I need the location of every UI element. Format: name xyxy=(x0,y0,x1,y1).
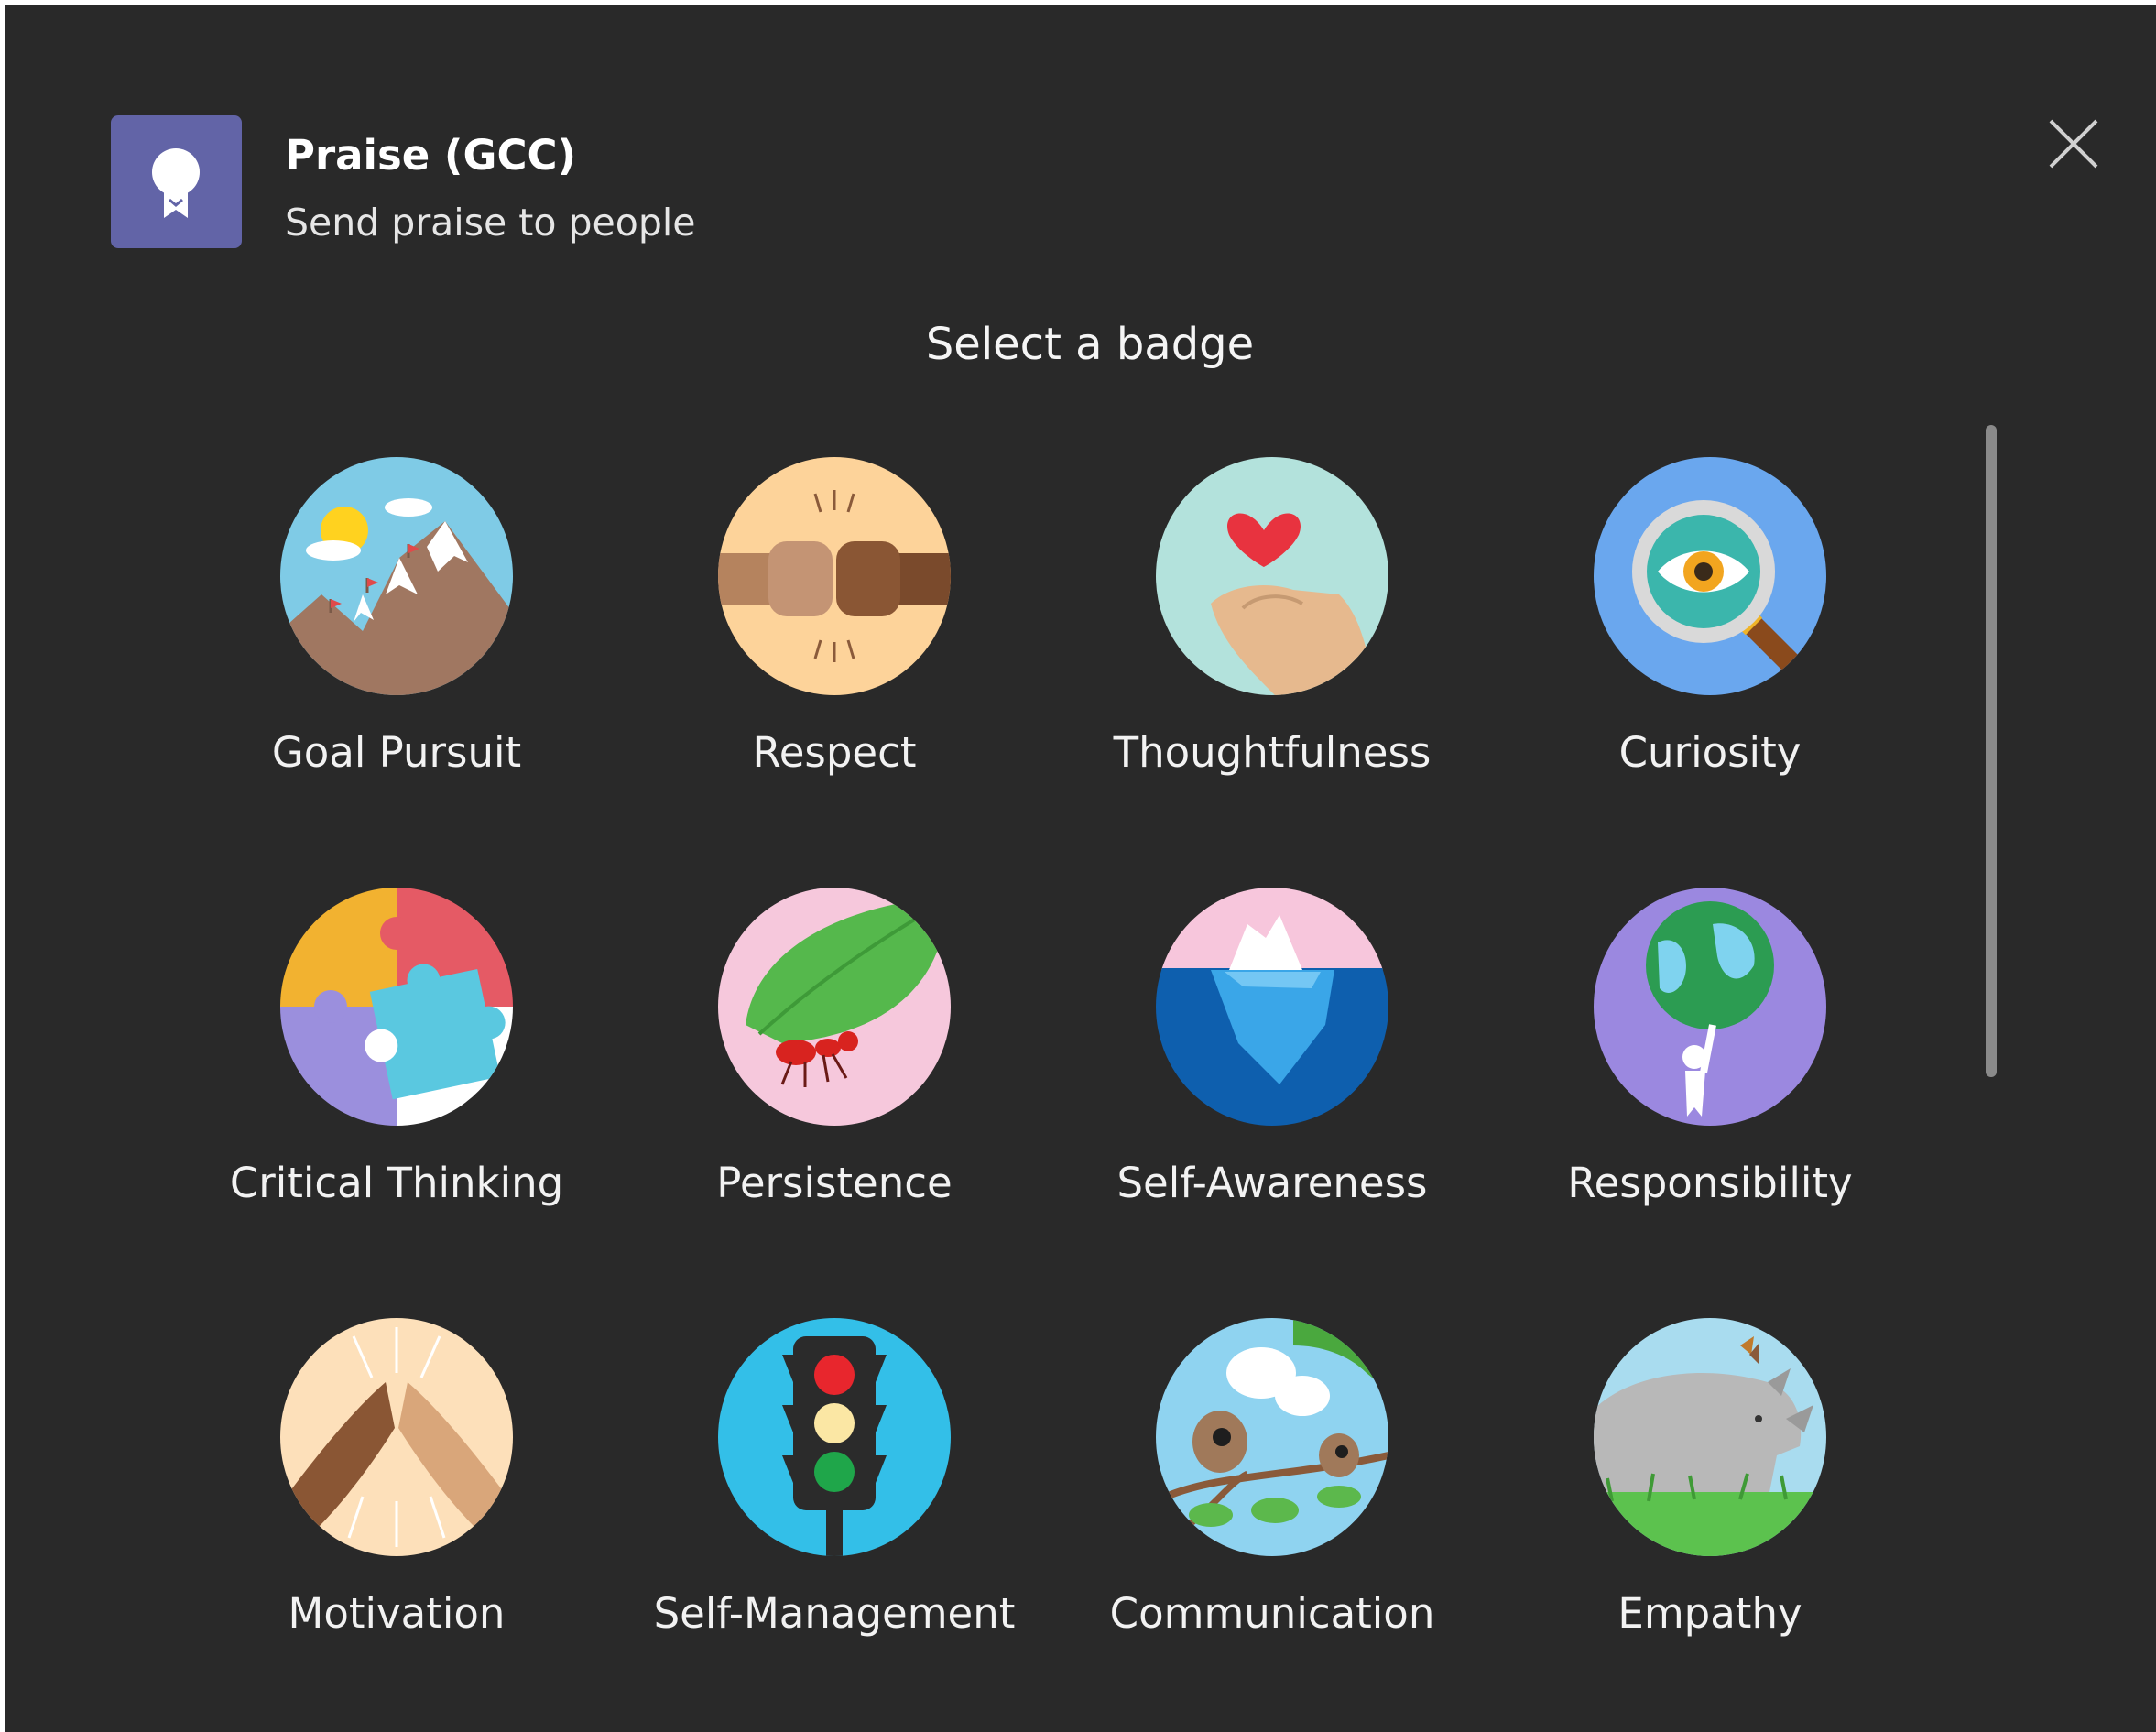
badge-communication[interactable]: Communication xyxy=(1109,1313,1547,1732)
mountains-icon xyxy=(280,457,513,695)
badge-label: Curiosity xyxy=(1618,728,1802,777)
badge-label: Goal Pursuit xyxy=(271,728,522,777)
birds-chat-icon xyxy=(1156,1318,1388,1556)
badge-thoughtfulness[interactable]: Thoughtfulness xyxy=(1109,452,1547,883)
badge-motivation[interactable]: Motivation xyxy=(234,1313,671,1732)
fist-bump-icon xyxy=(718,457,951,695)
ant-leaf-icon xyxy=(718,888,951,1126)
badge-empathy[interactable]: Empathy xyxy=(1547,1313,1985,1732)
app-title: Praise (GCC) xyxy=(285,131,577,180)
app-subtitle: Send praise to people xyxy=(285,201,696,245)
badge-label: Critical Thinking xyxy=(229,1159,564,1207)
ribbon-badge-icon xyxy=(111,115,242,248)
badge-curiosity[interactable]: Curiosity xyxy=(1547,452,1985,883)
badge-grid: Goal Pursuit Respect Thoughtfulness Curi… xyxy=(230,452,1992,1732)
puzzle-icon xyxy=(280,888,513,1126)
heart-hand-icon xyxy=(1156,457,1388,695)
high-five-icon xyxy=(280,1318,513,1556)
badge-goal-pursuit[interactable]: Goal Pursuit xyxy=(234,452,671,883)
globe-person-icon xyxy=(1594,888,1826,1126)
close-button[interactable] xyxy=(2042,112,2106,176)
badge-label: Self-Awareness xyxy=(1116,1159,1428,1207)
badge-label: Responsibility xyxy=(1567,1159,1853,1207)
badge-self-awareness[interactable]: Self-Awareness xyxy=(1109,883,1547,1313)
magnifier-eye-icon xyxy=(1594,457,1826,695)
close-icon xyxy=(2049,119,2098,169)
section-title: Select a badge xyxy=(925,319,1255,370)
badge-label: Persistence xyxy=(716,1159,953,1207)
badge-label: Self-Management xyxy=(653,1589,1016,1638)
badge-respect[interactable]: Respect xyxy=(671,452,1109,883)
badge-label: Communication xyxy=(1109,1589,1435,1638)
rhino-icon xyxy=(1594,1318,1826,1556)
badge-label: Empathy xyxy=(1617,1589,1802,1638)
praise-dialog: Praise (GCC) Send praise to people Selec… xyxy=(5,5,2156,1732)
badge-label: Motivation xyxy=(288,1589,506,1638)
iceberg-icon xyxy=(1156,888,1388,1126)
badge-persistence[interactable]: Persistence xyxy=(671,883,1109,1313)
badge-responsibility[interactable]: Responsibility xyxy=(1547,883,1985,1313)
scrollbar[interactable] xyxy=(1986,425,1997,1077)
badge-critical-thinking[interactable]: Critical Thinking xyxy=(230,883,671,1313)
badge-label: Respect xyxy=(752,728,917,777)
badge-label: Thoughtfulness xyxy=(1113,728,1432,777)
badge-self-management[interactable]: Self-Management xyxy=(654,1313,1109,1732)
traffic-light-icon xyxy=(718,1318,951,1556)
